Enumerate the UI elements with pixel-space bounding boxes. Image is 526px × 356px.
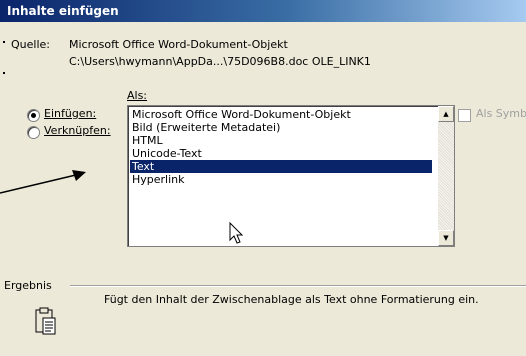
result-description: Fügt den Inhalt der Zwischenablage als T…: [104, 293, 479, 306]
source-object-name: Microsoft Office Word-Dokument-Objekt: [69, 38, 288, 51]
radio-dot: [31, 113, 36, 118]
annotation-arrow: [0, 170, 86, 194]
list-item[interactable]: Bild (Erweiterte Metadatei): [130, 121, 432, 134]
result-group-divider: [70, 285, 526, 287]
list-item[interactable]: Microsoft Office Word-Dokument-Objekt: [130, 108, 432, 121]
edge-mark: [3, 41, 5, 43]
source-path: C:\Users\hwymann\AppDa...\75D096B8.doc O…: [69, 55, 371, 68]
display-as-icon-checkbox[interactable]: [458, 109, 471, 122]
edge-mark: [3, 72, 5, 74]
scroll-down-button[interactable]: ▼: [438, 230, 454, 246]
radio-button[interactable]: [27, 109, 40, 122]
window-title: Inhalte einfügen: [7, 4, 119, 18]
scroll-up-button[interactable]: ▲: [438, 106, 454, 122]
format-listbox[interactable]: Microsoft Office Word-Dokument-Objekt Bi…: [127, 105, 455, 247]
clipboard-icon: [35, 307, 56, 335]
list-item[interactable]: Unicode-Text: [130, 147, 432, 160]
radio-link-label[interactable]: Verknüpfen:: [44, 124, 111, 137]
display-as-icon-label: Als Symb: [476, 107, 526, 120]
list-item[interactable]: HTML: [130, 134, 432, 147]
source-label: Quelle:: [11, 38, 50, 51]
result-group-label: Ergebnis: [4, 279, 52, 292]
list-scrollbar[interactable]: ▲ ▼: [438, 106, 454, 246]
radio-paste-label[interactable]: Einfügen:: [44, 107, 96, 120]
radio-button[interactable]: [27, 126, 40, 139]
mouse-cursor-icon: [229, 222, 244, 244]
list-item-selected[interactable]: Text: [130, 160, 432, 173]
list-item[interactable]: Hyperlink: [130, 173, 432, 186]
as-label: Als:: [127, 89, 148, 102]
title-bar: Inhalte einfügen: [0, 0, 526, 22]
